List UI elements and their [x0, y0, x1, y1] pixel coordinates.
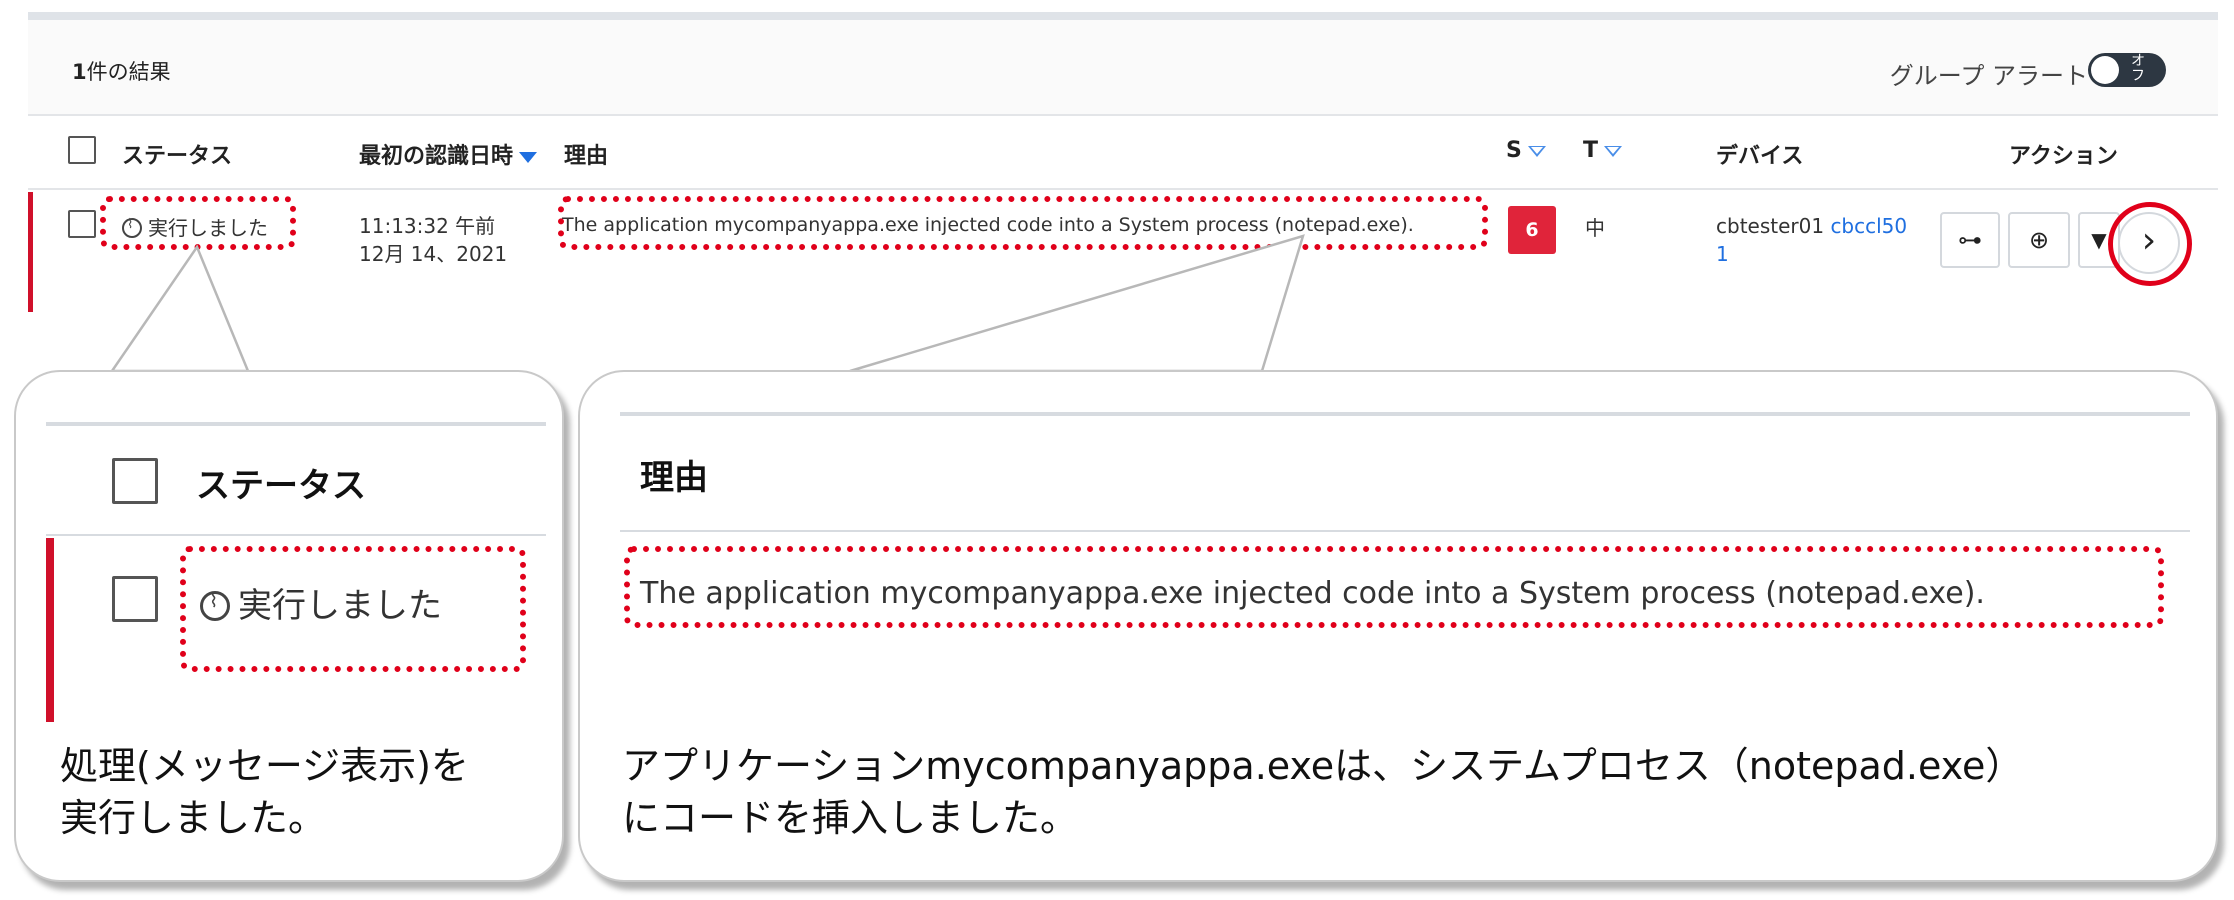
zoom-row-checkbox — [112, 576, 158, 622]
zoom-top-border — [46, 422, 546, 426]
zoom-column-header-reason: 理由 — [640, 458, 708, 498]
status-zoom: ステータス 実行しました — [46, 422, 546, 722]
zoom-header-divider — [46, 534, 546, 536]
zoom-highlight-reason — [624, 546, 2164, 628]
reason-callout: 理由 The application mycompanyappa.exe inj… — [578, 370, 2218, 882]
zoom-column-header-status: ステータス — [196, 466, 366, 506]
zoom-header-divider — [620, 530, 2190, 532]
status-caption: 処理(メッセージ表示)を 実行しました。 — [60, 744, 469, 840]
zoom-select-all-checkbox — [112, 458, 158, 504]
reason-zoom: 理由 The application mycompanyappa.exe inj… — [620, 412, 2190, 682]
zoom-row-accent-bar — [46, 538, 54, 722]
status-callout: ステータス 実行しました 処理(メッセージ表示)を 実行しました。 — [14, 370, 564, 882]
zoom-highlight-status — [180, 546, 526, 672]
zoom-top-border — [620, 412, 2190, 416]
reason-caption: アプリケーションmycompanyappa.exeは、システムプロセス（note… — [622, 744, 2024, 840]
